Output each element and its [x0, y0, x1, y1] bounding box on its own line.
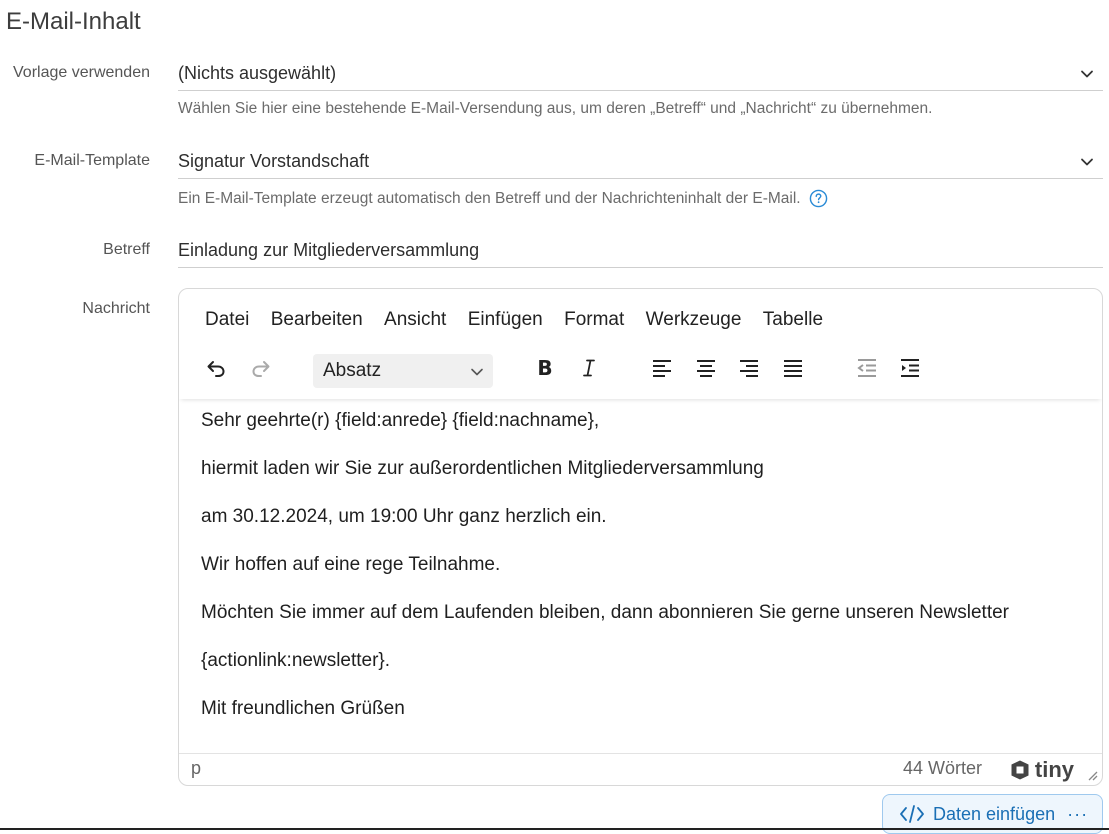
menu-format[interactable]: Format: [553, 305, 635, 335]
content-paragraph: Sehr geehrte(r) {field:anrede} {field:na…: [201, 410, 600, 431]
chevron-down-icon: [471, 368, 483, 376]
redo-button[interactable]: [244, 351, 278, 385]
align-center-icon: [697, 360, 715, 377]
menu-werkzeuge[interactable]: Werkzeuge: [635, 305, 752, 335]
template-select-help-text: Wählen Sie hier eine bestehende E-Mail-V…: [178, 100, 933, 117]
align-justify-icon: [784, 360, 802, 377]
subject-input[interactable]: Einladung zur Mitgliederversammlung: [178, 234, 1103, 268]
align-left-icon: [653, 360, 671, 377]
insert-data-label: Daten einfügen: [933, 803, 1056, 824]
content-paragraph: Mit freundlichen Grüßen: [201, 698, 405, 719]
align-center-button[interactable]: [689, 351, 723, 385]
menu-datei[interactable]: Datei: [179, 305, 260, 335]
subject-label: Betreff: [103, 241, 150, 258]
svg-text:B: B: [537, 356, 552, 380]
chevron-down-icon: [1081, 158, 1093, 166]
bold-icon: B: [537, 356, 552, 380]
menu-einfuegen[interactable]: Einfügen: [457, 305, 553, 335]
redo-icon: [252, 361, 270, 377]
email-template-label: E-Mail-Template: [34, 152, 150, 169]
template-select[interactable]: (Nichts ausgewählt): [178, 57, 1103, 91]
content-paragraph: Wir hoffen auf eine rege Teilnahme.: [201, 554, 501, 575]
editor-toolbar: Absatz B: [179, 341, 1102, 399]
menu-tabelle[interactable]: Tabelle: [752, 305, 834, 335]
word-count[interactable]: 44 Wörter: [903, 758, 982, 779]
outdent-button[interactable]: [850, 351, 884, 385]
email-template-help: Ein E-Mail-Template erzeugt automatisch …: [178, 189, 828, 208]
resize-handle-icon[interactable]: [1084, 767, 1098, 781]
italic-icon: [583, 359, 595, 377]
menu-bearbeiten[interactable]: Bearbeiten: [260, 305, 373, 335]
content-paragraph: hiermit laden wir Sie zur außerordentlic…: [201, 458, 764, 479]
element-path[interactable]: p: [191, 758, 201, 779]
outdent-icon: [857, 359, 876, 377]
align-justify-button[interactable]: [776, 351, 810, 385]
email-template-value: Signatur Vorstandschaft: [178, 151, 370, 171]
undo-icon: [207, 361, 225, 377]
undo-button[interactable]: [199, 351, 233, 385]
align-left-button[interactable]: [645, 351, 679, 385]
chevron-down-icon: [1081, 70, 1093, 78]
content-paragraph: {actionlink:newsletter}.: [201, 650, 391, 671]
message-editor: Datei Bearbeiten Ansicht Einfügen Format…: [178, 288, 1103, 786]
code-icon: [900, 805, 924, 823]
email-template-select[interactable]: Signatur Vorstandschaft: [178, 145, 1103, 179]
italic-button[interactable]: [572, 351, 606, 385]
more-dots-icon: ···: [1067, 803, 1089, 824]
tiny-logo-icon: [1011, 760, 1029, 780]
editor-statusbar: p 44 Wörter tiny: [179, 753, 1102, 785]
indent-icon: [901, 359, 919, 377]
align-right-button[interactable]: [732, 351, 766, 385]
message-label: Nachricht: [82, 300, 150, 317]
editor-content[interactable]: Sehr geehrte(r) {field:anrede} {field:na…: [201, 401, 1081, 737]
block-format-value: Absatz: [323, 360, 382, 381]
menu-ansicht[interactable]: Ansicht: [373, 305, 457, 335]
content-paragraph: am 30.12.2024, um 19:00 Uhr ganz herzlic…: [201, 506, 607, 527]
bold-button[interactable]: B: [528, 351, 562, 385]
indent-button[interactable]: [893, 351, 927, 385]
content-paragraph: Möchten Sie immer auf dem Laufenden blei…: [201, 602, 1010, 623]
template-select-help: Wählen Sie hier eine bestehende E-Mail-V…: [178, 100, 932, 118]
template-select-label: Vorlage verwenden: [13, 64, 150, 81]
help-circle-icon[interactable]: [809, 189, 828, 208]
align-right-icon: [740, 360, 758, 377]
template-select-value: (Nichts ausgewählt): [178, 63, 337, 83]
section-title: E-Mail-Inhalt: [6, 8, 141, 35]
block-format-select[interactable]: Absatz: [313, 354, 493, 388]
editor-menubar: Datei Bearbeiten Ansicht Einfügen Format…: [179, 305, 834, 335]
tiny-logo-text: tiny: [1034, 757, 1074, 782]
tiny-logo[interactable]: tiny: [1009, 757, 1074, 783]
email-template-help-text: Ein E-Mail-Template erzeugt automatisch …: [178, 189, 801, 207]
